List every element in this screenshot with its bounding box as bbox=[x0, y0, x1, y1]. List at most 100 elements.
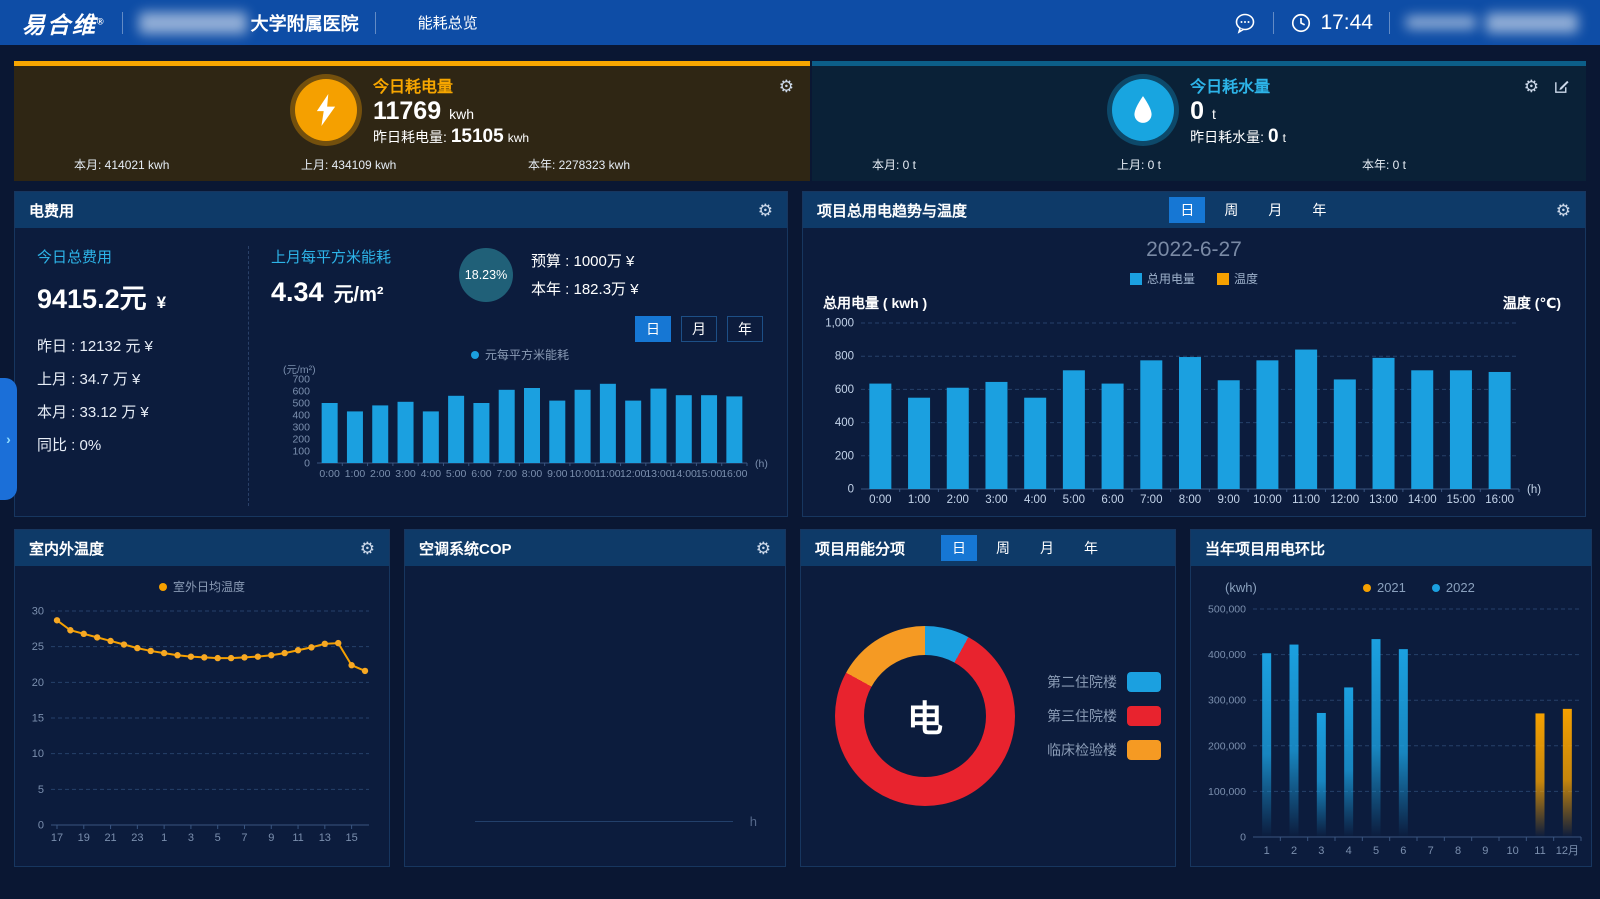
today-water-value: 0t bbox=[1190, 97, 1286, 126]
svg-text:15:00: 15:00 bbox=[1447, 494, 1476, 506]
gear-icon[interactable]: ⚙ bbox=[756, 540, 771, 557]
tab-week[interactable]: 周 bbox=[1213, 197, 1249, 223]
cost-row: 昨日 : 12132 元 ¥ bbox=[37, 330, 238, 363]
svg-text:1: 1 bbox=[161, 832, 167, 844]
brand-logo-text: 易合维 bbox=[22, 12, 97, 38]
stat-year: 本年: 2278323 kwh bbox=[528, 156, 630, 173]
edit-icon[interactable] bbox=[1553, 78, 1570, 100]
chevron-right-icon: › bbox=[6, 431, 11, 447]
card-electricity-today: ⚙ 今日耗电量 11769kwh 昨日耗电量:15105kwh 本月: 414 bbox=[14, 61, 810, 181]
gear-icon[interactable]: ⚙ bbox=[1556, 202, 1571, 219]
sqm-energy-block: 上月每平方米能耗 4.34元/m² bbox=[271, 246, 441, 308]
legend-square-usage bbox=[1130, 273, 1142, 285]
yesterday-water: 昨日耗水量:0t bbox=[1190, 126, 1286, 148]
svg-text:3: 3 bbox=[188, 832, 194, 844]
cost-row: 同比 : 0% bbox=[37, 429, 238, 462]
today-cost-block: 今日总费用 9415.2元¥ 昨日 : 12132 元 ¥ 上月 : 34.7 … bbox=[37, 246, 249, 506]
svg-text:13:00: 13:00 bbox=[645, 468, 671, 480]
nav-energy-overview[interactable]: 能耗总览 bbox=[418, 12, 478, 33]
temperature-legend: 室外日均温度 bbox=[15, 566, 389, 595]
svg-text:500: 500 bbox=[292, 398, 310, 410]
tab-day[interactable]: 日 bbox=[941, 535, 977, 561]
divider bbox=[122, 12, 123, 34]
bottom-row: 室内外温度 ⚙ 室外日均温度 0510152025301719212313579… bbox=[14, 529, 1586, 867]
svg-text:10: 10 bbox=[32, 748, 44, 760]
panel-electricity-cost: 电费用 ⚙ 今日总费用 9415.2元¥ 昨日 : 12132 元 ¥ 上月 :… bbox=[14, 191, 788, 517]
svg-text:12:00: 12:00 bbox=[620, 468, 646, 480]
tab-day[interactable]: 日 bbox=[635, 316, 671, 342]
svg-text:200,000: 200,000 bbox=[1208, 740, 1246, 752]
svg-text:13: 13 bbox=[319, 832, 331, 844]
svg-text:6:00: 6:00 bbox=[471, 468, 492, 480]
hospital-name: 大学附属医院 bbox=[139, 10, 359, 36]
panel-energy-breakdown: 项目用能分项 日 周 月 年 电 第二住院楼 第三住院楼 临床检验楼 bbox=[800, 529, 1176, 867]
svg-text:500,000: 500,000 bbox=[1208, 604, 1246, 616]
card-title: 今日耗水量 bbox=[1190, 73, 1286, 97]
svg-text:12月: 12月 bbox=[1556, 845, 1579, 857]
svg-text:19: 19 bbox=[78, 832, 90, 844]
tab-year[interactable]: 年 bbox=[1301, 197, 1337, 223]
svg-text:4: 4 bbox=[1346, 845, 1352, 857]
svg-text:4:00: 4:00 bbox=[1024, 494, 1046, 506]
svg-text:(h): (h) bbox=[1527, 484, 1541, 496]
gear-icon[interactable]: ⚙ bbox=[779, 78, 794, 95]
svg-text:100: 100 bbox=[292, 446, 310, 458]
svg-text:0: 0 bbox=[304, 458, 310, 470]
svg-text:7: 7 bbox=[241, 832, 247, 844]
svg-text:14:00: 14:00 bbox=[671, 468, 697, 480]
brand-logo[interactable]: 易合维® bbox=[22, 6, 106, 40]
sidebar-expander[interactable]: › bbox=[0, 378, 17, 500]
summary-cards-row: ⚙ 今日耗电量 11769kwh 昨日耗电量:15105kwh 本月: 414 bbox=[14, 61, 1586, 181]
chart-date: 2022-6-27 bbox=[803, 238, 1585, 262]
gear-icon[interactable]: ⚙ bbox=[360, 540, 375, 557]
svg-text:6: 6 bbox=[1400, 845, 1406, 857]
budget-block: 预算 : 1000万 ¥ 本年 : 182.3万 ¥ bbox=[531, 246, 639, 304]
svg-text:11:00: 11:00 bbox=[595, 468, 621, 480]
svg-text:1: 1 bbox=[1264, 845, 1270, 857]
tab-month[interactable]: 月 bbox=[681, 316, 717, 342]
svg-text:200: 200 bbox=[292, 434, 310, 446]
panel-indoor-outdoor-temperature: 室内外温度 ⚙ 室外日均温度 0510152025301719212313579… bbox=[14, 529, 390, 867]
tab-day[interactable]: 日 bbox=[1169, 197, 1205, 223]
breakdown-legend: 第二住院楼 第三住院楼 临床检验楼 bbox=[1047, 672, 1161, 760]
stat-month: 本月: 414021 kwh bbox=[74, 156, 169, 173]
svg-text:10: 10 bbox=[1507, 845, 1519, 857]
svg-text:400: 400 bbox=[292, 410, 310, 422]
message-icon[interactable] bbox=[1233, 11, 1257, 35]
svg-text:14:00: 14:00 bbox=[1408, 494, 1437, 506]
tab-month[interactable]: 月 bbox=[1257, 197, 1293, 223]
clock-icon bbox=[1290, 12, 1312, 34]
svg-text:9:00: 9:00 bbox=[1218, 494, 1240, 506]
svg-text:400,000: 400,000 bbox=[1208, 649, 1246, 661]
svg-text:11: 11 bbox=[1534, 845, 1545, 857]
svg-text:20: 20 bbox=[32, 677, 44, 689]
user-account-redacted[interactable] bbox=[1406, 13, 1578, 33]
mom-legend: 2021 2022 bbox=[1363, 580, 1475, 595]
gear-icon[interactable]: ⚙ bbox=[1524, 78, 1539, 100]
svg-text:5: 5 bbox=[215, 832, 221, 844]
svg-text:8:00: 8:00 bbox=[1179, 494, 1201, 506]
svg-text:2:00: 2:00 bbox=[370, 468, 391, 480]
hospital-name-text: 大学附属医院 bbox=[251, 10, 359, 36]
tab-year[interactable]: 年 bbox=[727, 316, 763, 342]
current-time: 17:44 bbox=[1320, 11, 1373, 35]
gear-icon[interactable]: ⚙ bbox=[758, 202, 773, 219]
temperature-line-chart: 0510152025301719212313579111315 bbox=[15, 595, 389, 858]
stat-year: 本年: 0 t bbox=[1362, 156, 1406, 173]
svg-text:5:00: 5:00 bbox=[1063, 494, 1085, 506]
today-electricity-value: 11769kwh bbox=[373, 97, 529, 126]
svg-text:8:00: 8:00 bbox=[522, 468, 543, 480]
svg-text:3:00: 3:00 bbox=[395, 468, 416, 480]
svg-text:1:00: 1:00 bbox=[908, 494, 930, 506]
svg-text:800: 800 bbox=[835, 351, 854, 363]
year-cost-row: 本年 : 182.3万 ¥ bbox=[531, 276, 639, 304]
svg-text:4:00: 4:00 bbox=[421, 468, 442, 480]
tab-month[interactable]: 月 bbox=[1029, 535, 1065, 561]
tab-week[interactable]: 周 bbox=[985, 535, 1021, 561]
svg-text:2: 2 bbox=[1291, 845, 1297, 857]
svg-text:3:00: 3:00 bbox=[985, 494, 1007, 506]
cost-bar-chart: 01002003004005006007000:001:002:003:004:… bbox=[271, 363, 769, 496]
middle-row: 电费用 ⚙ 今日总费用 9415.2元¥ 昨日 : 12132 元 ¥ 上月 :… bbox=[14, 191, 1586, 517]
legend-dot bbox=[471, 351, 479, 359]
tab-year[interactable]: 年 bbox=[1073, 535, 1109, 561]
